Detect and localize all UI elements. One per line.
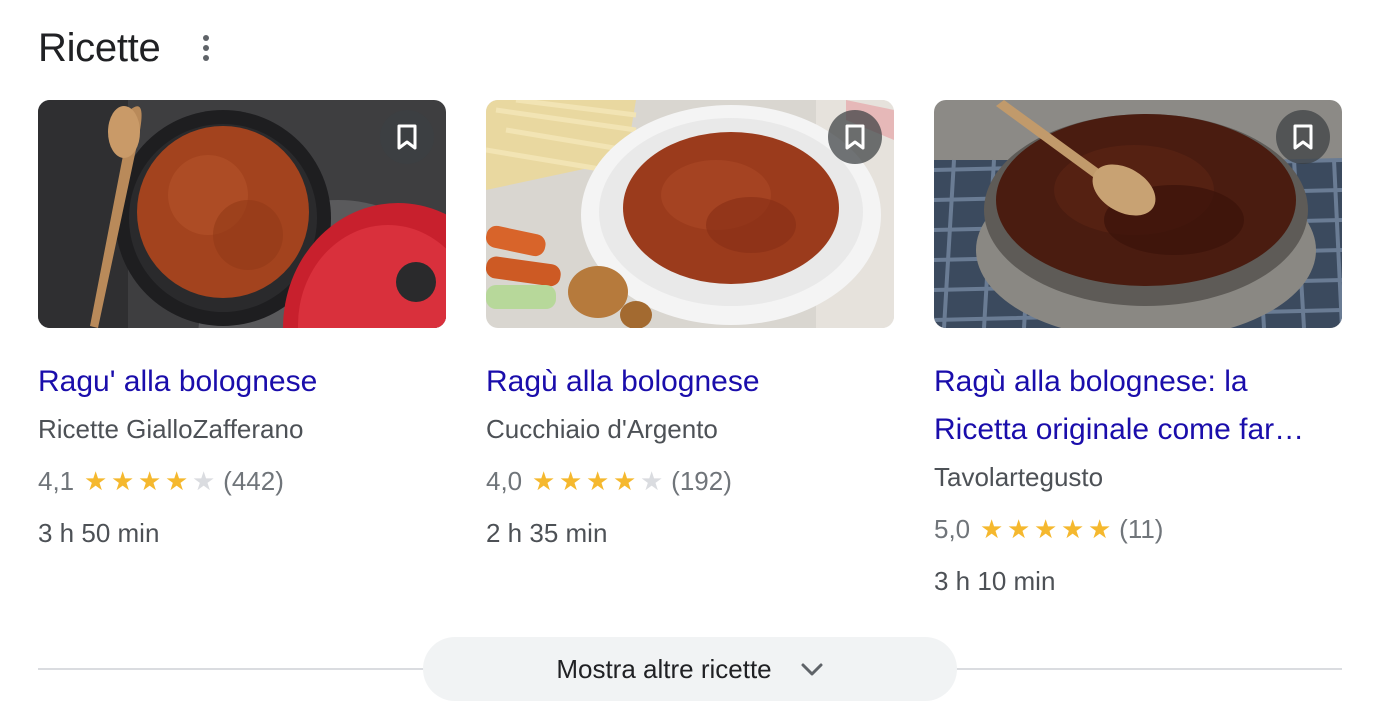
cooking-time: 2 h 35 min [486,518,608,548]
star-icon: ★ [84,466,108,496]
recipe-source: Ricette GialloZafferano [38,414,304,444]
recipe-title-link[interactable]: Ragu' alla bolognese [38,358,446,406]
show-more-recipes-button[interactable]: Mostra altre ricette [423,637,957,701]
recipe-card[interactable]: Ragù alla bolognese: la Ricetta original… [934,100,1342,598]
recipes-header: Ricette [38,24,216,72]
recipe-rating: 4,1 ★ ★ ★ ★ ★ (442) [38,464,446,498]
recipe-card[interactable]: Ragu' alla bolognese Ricette GialloZaffe… [38,100,446,598]
star-empty-icon: ★ [640,466,664,496]
recipe-rating: 4,0 ★ ★ ★ ★ ★ (192) [486,464,894,498]
cooking-time: 3 h 50 min [38,518,160,548]
star-icon: ★ [980,514,1004,544]
chevron-down-icon [800,661,824,677]
show-more-label: Mostra altre ricette [556,653,772,684]
star-rating: ★ ★ ★ ★ ★ [82,464,217,498]
review-count: (442) [223,466,284,496]
recipe-card[interactable]: Ragù alla bolognese Cucchiaio d'Argento … [486,100,894,598]
star-icon: ★ [613,466,637,496]
star-icon: ★ [1007,514,1031,544]
bookmark-icon[interactable] [828,110,882,164]
cooking-time: 3 h 10 min [934,566,1056,596]
rating-value: 4,1 [38,466,75,496]
recipe-cards: Ragu' alla bolognese Ricette GialloZaffe… [38,100,1342,598]
more-vert-icon[interactable] [196,30,216,66]
rating-value: 5,0 [934,514,971,544]
star-icon: ★ [1034,514,1058,544]
star-icon: ★ [532,466,556,496]
star-icon: ★ [165,466,189,496]
star-rating: ★ ★ ★ ★ ★ [978,512,1113,546]
star-rating: ★ ★ ★ ★ ★ [530,464,665,498]
recipe-source: Cucchiaio d'Argento [486,414,718,444]
recipe-image[interactable] [38,100,446,328]
star-icon: ★ [559,466,583,496]
star-icon: ★ [1088,514,1112,544]
star-empty-icon: ★ [192,466,216,496]
recipe-source: Tavolartegusto [934,462,1104,492]
recipe-rating: 5,0 ★ ★ ★ ★ ★ (11) [934,512,1342,546]
section-title: Ricette [38,25,161,70]
star-icon: ★ [111,466,135,496]
recipe-image[interactable] [486,100,894,328]
review-count: (192) [671,466,732,496]
bookmark-icon[interactable] [1276,110,1330,164]
star-icon: ★ [1061,514,1085,544]
recipe-title-link[interactable]: Ragù alla bolognese [486,358,894,406]
rating-value: 4,0 [486,466,523,496]
recipe-title-link[interactable]: Ragù alla bolognese: la Ricetta original… [934,358,1342,454]
star-icon: ★ [586,466,610,496]
bookmark-icon[interactable] [380,110,434,164]
star-icon: ★ [138,466,162,496]
review-count: (11) [1119,514,1164,544]
recipe-image[interactable] [934,100,1342,328]
